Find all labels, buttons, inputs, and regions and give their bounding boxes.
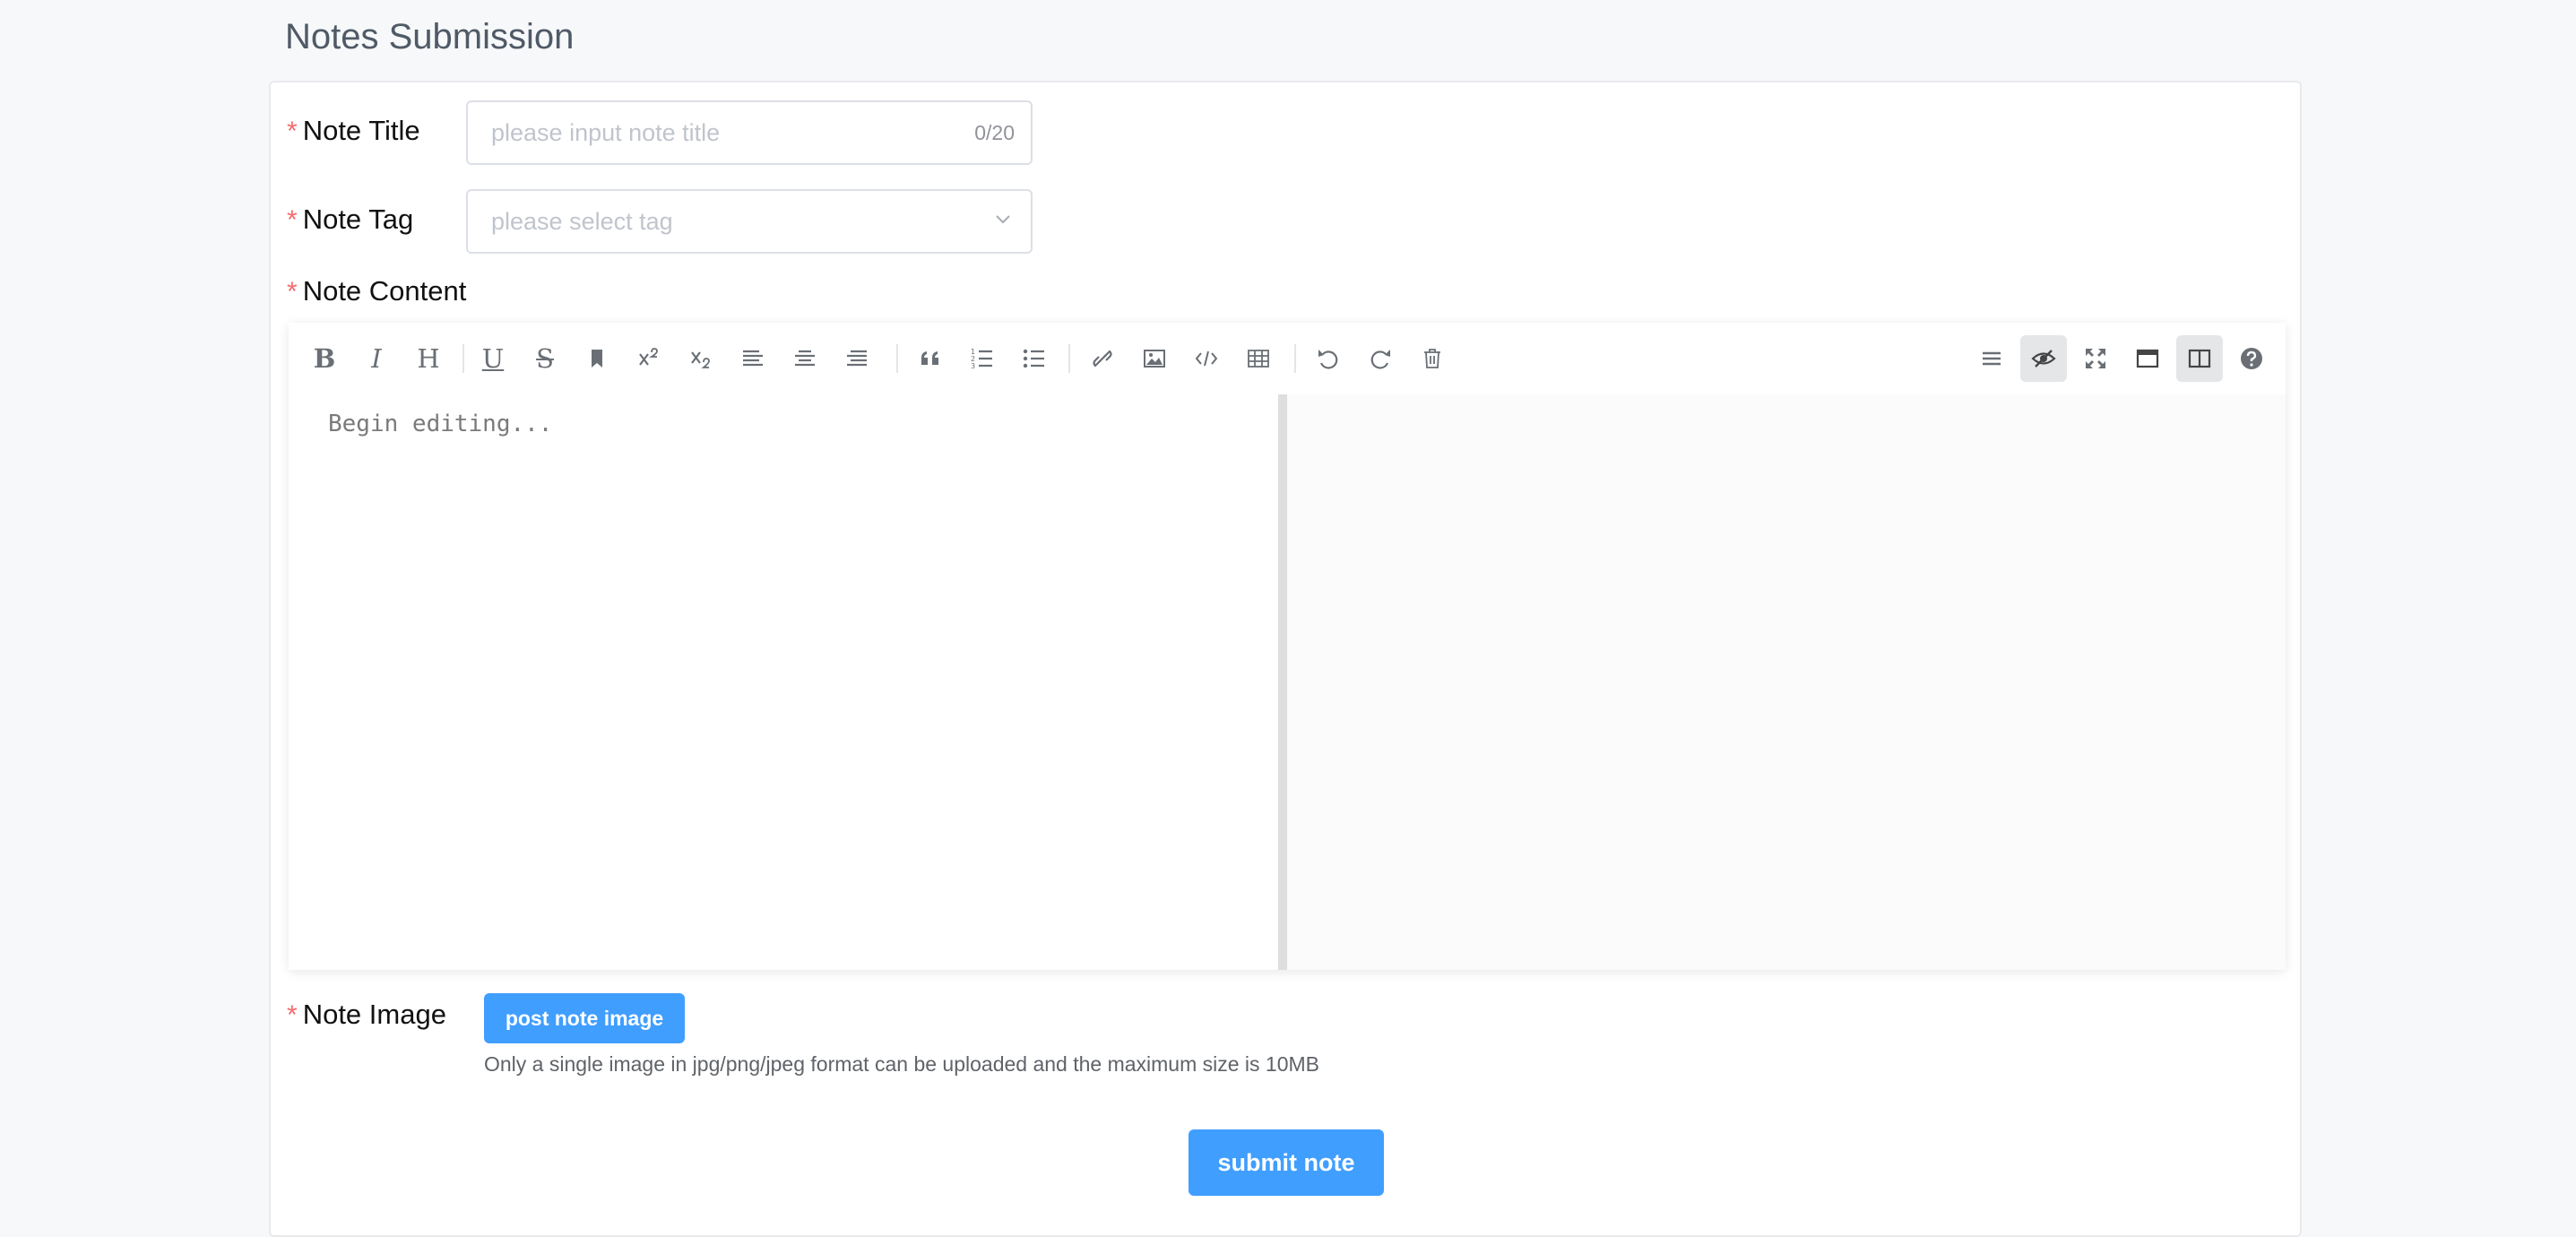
editor-textarea[interactable]: Begin editing... bbox=[289, 394, 1278, 970]
subscript-icon bbox=[691, 351, 710, 368]
table-icon bbox=[1248, 350, 1269, 368]
help-icon bbox=[2241, 348, 2262, 369]
link-button[interactable] bbox=[1079, 335, 1126, 382]
submit-note-button[interactable]: submit note bbox=[1189, 1129, 1384, 1196]
code-icon bbox=[1195, 350, 1218, 367]
note-title-counter: 0/20 bbox=[974, 121, 1015, 144]
unordered-list-icon bbox=[1023, 349, 1044, 368]
align-left-icon bbox=[743, 350, 763, 367]
align-right-icon bbox=[847, 350, 867, 367]
image-icon bbox=[1144, 350, 1165, 368]
note-image-label-text: Note Image bbox=[302, 999, 446, 1030]
editor-placeholder: Begin editing... bbox=[328, 411, 553, 437]
redo-icon bbox=[1370, 350, 1390, 369]
navigation-icon bbox=[1983, 351, 2001, 366]
required-mark: * bbox=[287, 277, 298, 307]
note-content-label: * Note Content bbox=[287, 273, 466, 310]
note-content-label-text: Note Content bbox=[302, 275, 467, 307]
upload-hint: Only a single image in jpg/png/jpeg form… bbox=[484, 1052, 1320, 1076]
italic-icon: I bbox=[371, 343, 382, 374]
align-center-button[interactable] bbox=[782, 335, 828, 382]
undo-icon bbox=[1318, 350, 1338, 369]
toolbar-separator bbox=[896, 344, 898, 373]
ordered-list-icon: 123 bbox=[971, 348, 992, 370]
note-tag-label-text: Note Tag bbox=[302, 203, 414, 235]
post-note-image-button[interactable]: post note image bbox=[484, 993, 685, 1043]
note-title-placeholder: please input note title bbox=[491, 119, 721, 146]
redo-button[interactable] bbox=[1357, 335, 1404, 382]
header-icon: H bbox=[417, 343, 440, 374]
toolbar-separator bbox=[1294, 344, 1296, 373]
superscript-icon bbox=[639, 348, 658, 366]
note-tag-select[interactable]: please select tag bbox=[466, 189, 1033, 254]
bold-button[interactable]: B bbox=[301, 335, 348, 382]
align-right-button[interactable] bbox=[834, 335, 880, 382]
chevron-down-icon bbox=[996, 215, 1010, 224]
superscript-button[interactable] bbox=[626, 335, 672, 382]
quote-button[interactable] bbox=[907, 335, 954, 382]
mark-icon bbox=[592, 350, 602, 368]
help-button[interactable] bbox=[2228, 335, 2275, 382]
align-left-button[interactable] bbox=[730, 335, 776, 382]
editor-toolbar: B I H U S 1 2 3 bbox=[289, 323, 2286, 394]
underline-button[interactable]: U bbox=[470, 335, 516, 382]
table-button[interactable] bbox=[1235, 335, 1282, 382]
strikethrough-icon: S bbox=[536, 343, 554, 374]
note-tag-placeholder: please select tag bbox=[491, 208, 673, 235]
pane-divider bbox=[1278, 394, 1287, 970]
link-icon bbox=[1093, 350, 1112, 368]
preview-toggle-icon bbox=[2031, 350, 2056, 368]
unordered-list-button[interactable] bbox=[1011, 335, 1058, 382]
required-mark: * bbox=[287, 1000, 298, 1030]
image-button[interactable] bbox=[1131, 335, 1178, 382]
required-mark: * bbox=[287, 117, 298, 146]
markdown-editor: B I H U S 1 2 3 Begin editing... bbox=[289, 323, 2286, 970]
italic-button[interactable]: I bbox=[353, 335, 400, 382]
trash-icon bbox=[1424, 349, 1440, 368]
note-image-label: * Note Image bbox=[287, 997, 446, 1034]
note-title-label: * Note Title bbox=[287, 113, 420, 150]
navigation-button[interactable] bbox=[1968, 335, 2015, 382]
toolbar-separator bbox=[462, 344, 464, 373]
read-mode-icon bbox=[2136, 349, 2159, 368]
subfield-icon bbox=[2188, 349, 2211, 368]
fullscreen-button[interactable] bbox=[2072, 335, 2119, 382]
underline-icon: U bbox=[481, 343, 505, 374]
note-title-input[interactable]: please input note title 0/20 bbox=[466, 100, 1033, 165]
subfield-button[interactable] bbox=[2176, 335, 2223, 382]
bold-icon: B bbox=[313, 343, 336, 374]
note-title-label-text: Note Title bbox=[302, 115, 420, 146]
note-tag-label: * Note Tag bbox=[287, 202, 413, 238]
strikethrough-button[interactable]: S bbox=[522, 335, 568, 382]
trash-button[interactable] bbox=[1409, 335, 1456, 382]
page-title: Notes Submission bbox=[285, 17, 575, 56]
required-mark: * bbox=[287, 205, 298, 235]
mark-button[interactable] bbox=[574, 335, 620, 382]
align-center-icon bbox=[795, 350, 815, 367]
toolbar-separator bbox=[1068, 344, 1070, 373]
svg-text:3: 3 bbox=[971, 362, 975, 370]
ordered-list-button[interactable]: 123 bbox=[959, 335, 1006, 382]
quote-icon bbox=[921, 351, 938, 365]
fullscreen-icon bbox=[2086, 349, 2105, 368]
preview-toggle-button[interactable] bbox=[2020, 335, 2067, 382]
subscript-button[interactable] bbox=[678, 335, 724, 382]
preview-pane bbox=[1287, 394, 2286, 970]
read-mode-button[interactable] bbox=[2124, 335, 2171, 382]
undo-button[interactable] bbox=[1305, 335, 1352, 382]
note-form-card: * Note Title please input note title 0/20… bbox=[269, 81, 2302, 1237]
header-button[interactable]: H bbox=[405, 335, 452, 382]
code-button[interactable] bbox=[1183, 335, 1230, 382]
